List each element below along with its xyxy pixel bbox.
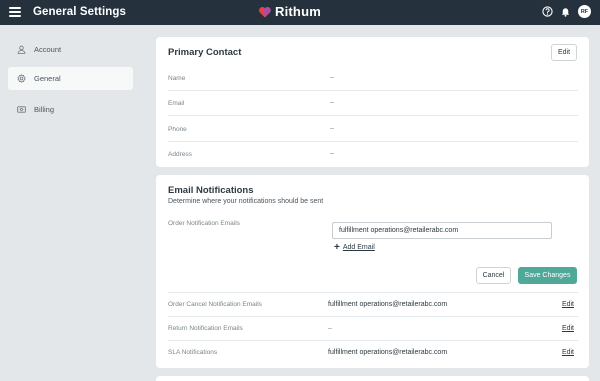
field-value: –	[330, 150, 334, 157]
email-notifications-subtitle: Determine where your notifications shoul…	[168, 198, 324, 205]
sidebar-item-label: Account	[34, 45, 62, 54]
logo-text: Rithum	[275, 4, 321, 19]
gear-icon	[17, 74, 26, 83]
primary-contact-card: Primary Contact Edit Name – Email – Phon…	[156, 37, 589, 167]
contact-row-email: Email –	[168, 91, 578, 116]
contact-row-address: Address –	[168, 142, 578, 167]
contact-row-name: Name –	[168, 66, 578, 91]
add-email-link[interactable]: + Add Email	[334, 242, 375, 253]
page-title: General Settings	[33, 6, 126, 18]
field-value: –	[330, 125, 334, 132]
bell-icon[interactable]	[560, 6, 571, 17]
contact-row-phone: Phone –	[168, 117, 578, 142]
sla-notification-row: SLA Notifications fulfillment operations…	[168, 340, 578, 364]
edit-link[interactable]: Edit	[562, 301, 574, 308]
avatar[interactable]: RF	[578, 5, 591, 18]
sidebar: Account General Billing	[0, 25, 142, 381]
email-notifications-title: Email Notifications	[168, 185, 254, 196]
logo-icon	[259, 6, 271, 17]
notification-label: Return Notification Emails	[168, 325, 243, 332]
user-icon	[17, 45, 26, 54]
notification-value: –	[328, 325, 332, 332]
sidebar-item-general[interactable]: General	[8, 67, 133, 90]
billing-icon	[17, 106, 26, 113]
sidebar-item-account[interactable]: Account	[8, 38, 133, 61]
edit-link[interactable]: Edit	[562, 349, 574, 356]
order-cancel-notification-row: Order Cancel Notification Emails fulfill…	[168, 292, 578, 316]
menu-icon[interactable]	[9, 7, 21, 17]
plus-icon: +	[334, 242, 340, 253]
cancel-button[interactable]: Cancel	[476, 267, 511, 284]
email-notifications-card: Email Notifications Determine where your…	[156, 175, 589, 368]
next-card	[156, 376, 589, 381]
field-label: Address	[168, 151, 192, 158]
help-icon[interactable]	[542, 6, 553, 17]
order-notification-email-input[interactable]: fulfillment operations@retailerabc.com	[332, 222, 552, 239]
notification-label: SLA Notifications	[168, 349, 218, 356]
sidebar-item-label: General	[34, 74, 61, 83]
edit-link[interactable]: Edit	[562, 325, 574, 332]
field-label: Email	[168, 100, 185, 107]
field-label: Name	[168, 75, 186, 82]
notification-value: fulfillment operations@retailerabc.com	[328, 349, 448, 356]
notification-label: Order Cancel Notification Emails	[168, 301, 262, 308]
order-notification-label: Order Notification Emails	[168, 220, 240, 227]
return-notification-row: Return Notification Emails – Edit	[168, 316, 578, 340]
logo: Rithum	[258, 4, 321, 19]
field-value: –	[330, 99, 334, 106]
sidebar-item-billing[interactable]: Billing	[8, 98, 133, 121]
save-changes-button[interactable]: Save Changes	[518, 267, 577, 284]
top-bar: General Settings Rithum RF	[0, 0, 600, 25]
field-label: Phone	[168, 126, 187, 133]
field-value: –	[330, 74, 334, 81]
edit-contact-button[interactable]: Edit	[551, 44, 577, 61]
notification-value: fulfillment operations@retailerabc.com	[328, 301, 448, 308]
sidebar-item-label: Billing	[34, 105, 55, 114]
primary-contact-title: Primary Contact	[168, 47, 242, 58]
